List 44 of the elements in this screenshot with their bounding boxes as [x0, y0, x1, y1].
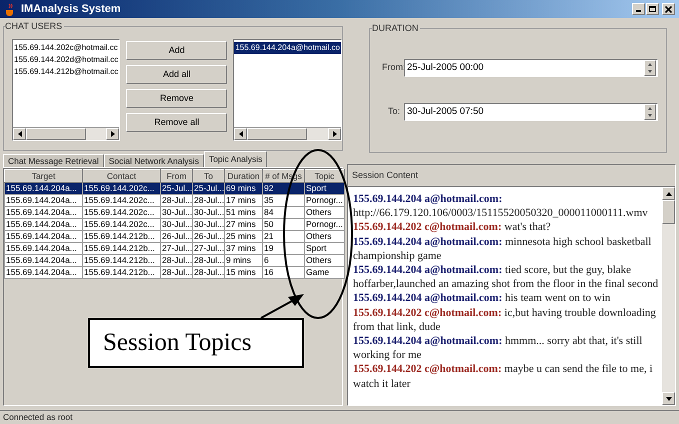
field-label: To:: [386, 105, 400, 118]
user-list-item[interactable]: 155.69.144.202d@hotmail.cc: [13, 54, 120, 66]
table-row[interactable]: 155.69.144.204a... 155.69.144.202c... 30-Jul... 30-Jul... 51 mins 84 Others: [4, 206, 344, 218]
tab[interactable]: Social Network Analysis: [104, 154, 204, 167]
annotation-callout: Session Topics: [88, 318, 304, 368]
list-action-button[interactable]: Remove all: [126, 113, 228, 132]
table-cell: 155.69.144.204a...: [4, 266, 82, 278]
table-row[interactable]: 155.69.144.204a... 155.69.144.202c... 25-Jul... 25-Jul... 69 mins 92 Sport: [4, 182, 344, 194]
column-header[interactable]: To: [192, 170, 224, 182]
column-header[interactable]: Duration: [224, 170, 262, 182]
table-cell: 28-Jul...: [192, 266, 224, 278]
column-header[interactable]: From: [160, 170, 192, 182]
chat-message: 155.69.144.204 a@hotmail.com: his team went on to win: [353, 291, 612, 306]
group-title: CHAT USERS: [5, 20, 64, 32]
tab[interactable]: Chat Message Retrieval: [3, 154, 104, 167]
table-cell: 16: [262, 266, 304, 278]
column-header[interactable]: Topic: [304, 170, 344, 182]
status-text: Connected as root: [3, 411, 72, 424]
user-list-item[interactable]: 155.69.144.204a@hotmail.co: [234, 42, 341, 54]
user-list-item[interactable]: 155.69.144.202c@hotmail.cc: [13, 42, 120, 54]
table-cell: 15 mins: [224, 266, 262, 278]
chat-message: 155.69.144.202 c@hotmail.com: wat's that?: [353, 220, 552, 235]
table-cell: 155.69.144.212b...: [82, 266, 160, 278]
table-row[interactable]: 155.69.144.204a... 155.69.144.212b... 27-Jul... 27-Jul... 37 mins 19 Sport: [4, 242, 344, 254]
list-action-button[interactable]: Add: [126, 41, 228, 60]
table-row[interactable]: 155.69.144.204a... 155.69.144.212b... 28-Jul... 28-Jul... 9 mins 6 Others: [4, 254, 344, 266]
list-action-button[interactable]: Remove: [126, 89, 228, 108]
list-action-button[interactable]: Add all: [126, 65, 228, 84]
panel-title: Session Content: [352, 168, 418, 182]
table-row[interactable]: 155.69.144.204a... 155.69.144.202c... 30-Jul... 30-Jul... 27 mins 50 Pornogr...: [4, 218, 344, 230]
chat-message: 155.69.144.202 c@hotmail.com: maybe u can send the file to me, i watch it later: [353, 362, 654, 391]
date-time-field[interactable]: 30-Jul-2005 07:50: [404, 103, 658, 121]
column-header[interactable]: Contact: [82, 170, 160, 182]
user-list-item[interactable]: 155.69.144.212b@hotmail.cc: [13, 66, 120, 78]
tab[interactable]: Topic Analysis: [204, 151, 268, 167]
table-cell: 28-Jul...: [160, 266, 192, 278]
group-title: DURATION: [372, 22, 420, 34]
table-row[interactable]: 155.69.144.204a... 155.69.144.202c... 28-Jul... 28-Jul... 17 mins 35 Pornogr...: [4, 194, 344, 206]
column-header[interactable]: Target: [4, 170, 82, 182]
window-title: IMAnalysis System: [21, 2, 121, 17]
table-row[interactable]: 155.69.144.204a... 155.69.144.212b... 26-Jul... 26-Jul... 25 mins 21 Others: [4, 230, 344, 242]
table-cell: Game: [304, 266, 344, 278]
date-time-field[interactable]: 25-Jul-2005 00:00: [404, 59, 658, 77]
table-row[interactable]: 155.69.144.204a... 155.69.144.212b... 28-Jul... 28-Jul... 15 mins 16 Game: [4, 266, 344, 278]
